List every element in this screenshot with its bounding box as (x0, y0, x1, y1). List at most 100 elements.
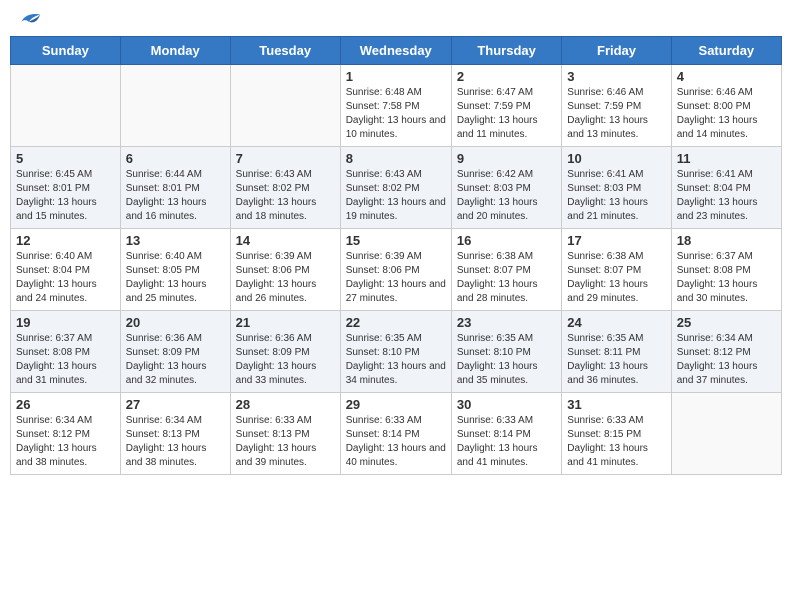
day-number: 13 (126, 233, 225, 248)
day-number: 4 (677, 69, 776, 84)
calendar-day: 24 Sunrise: 6:35 AM Sunset: 8:11 PM Dayli… (562, 311, 671, 393)
calendar-day: 2 Sunrise: 6:47 AM Sunset: 7:59 PM Daylig… (451, 65, 561, 147)
calendar-day: 31 Sunrise: 6:33 AM Sunset: 8:15 PM Dayli… (562, 393, 671, 475)
day-info: Sunrise: 6:36 AM Sunset: 8:09 PM Dayligh… (126, 332, 225, 388)
calendar-day: 18Sunrise: 6:37 AM Sunset: 8:08 PM Dayli… (671, 229, 781, 311)
day-number: 28 (236, 397, 335, 412)
calendar-week-row: 5 Sunrise: 6:45 AM Sunset: 8:01 PM Daylig… (11, 147, 782, 229)
calendar-day: 1 Sunrise: 6:48 AM Sunset: 7:58 PM Daylig… (340, 65, 451, 147)
day-number: 8 (346, 151, 446, 166)
day-info: Sunrise: 6:39 AM Sunset: 8:06 PM Dayligh… (346, 250, 446, 306)
day-info: Sunrise: 6:33 AM Sunset: 8:13 PM Dayligh… (236, 414, 335, 470)
day-number: 16 (457, 233, 556, 248)
day-info: Sunrise: 6:33 AM Sunset: 8:14 PM Dayligh… (457, 414, 556, 470)
calendar-table: SundayMondayTuesdayWednesdayThursdayFrid… (10, 36, 782, 475)
day-info: Sunrise: 6:38 AM Sunset: 8:07 PM Dayligh… (457, 250, 556, 306)
calendar-day (230, 65, 340, 147)
day-info: Sunrise: 6:34 AM Sunset: 8:13 PM Dayligh… (126, 414, 225, 470)
calendar-day: 23 Sunrise: 6:35 AM Sunset: 8:10 PM Dayli… (451, 311, 561, 393)
calendar-day: 27 Sunrise: 6:34 AM Sunset: 8:13 PM Dayli… (120, 393, 230, 475)
calendar-week-row: 12Sunrise: 6:40 AM Sunset: 8:04 PM Dayli… (11, 229, 782, 311)
calendar-day (11, 65, 121, 147)
calendar-day: 20 Sunrise: 6:36 AM Sunset: 8:09 PM Dayli… (120, 311, 230, 393)
calendar-day: 15 Sunrise: 6:39 AM Sunset: 8:06 PM Dayli… (340, 229, 451, 311)
day-number: 29 (346, 397, 446, 412)
calendar-day: 16 Sunrise: 6:38 AM Sunset: 8:07 PM Dayli… (451, 229, 561, 311)
day-info: Sunrise: 6:36 AM Sunset: 8:09 PM Dayligh… (236, 332, 335, 388)
day-info: Sunrise: 6:39 AM Sunset: 8:06 PM Dayligh… (236, 250, 335, 306)
day-number: 10 (567, 151, 665, 166)
day-info: Sunrise: 6:35 AM Sunset: 8:11 PM Dayligh… (567, 332, 665, 388)
calendar-day: 13 Sunrise: 6:40 AM Sunset: 8:05 PM Dayli… (120, 229, 230, 311)
calendar-day: 12Sunrise: 6:40 AM Sunset: 8:04 PM Dayli… (11, 229, 121, 311)
day-number: 26 (16, 397, 115, 412)
logo (14, 10, 42, 28)
day-info: Sunrise: 6:35 AM Sunset: 8:10 PM Dayligh… (346, 332, 446, 388)
calendar-day: 9 Sunrise: 6:42 AM Sunset: 8:03 PM Daylig… (451, 147, 561, 229)
day-info: Sunrise: 6:37 AM Sunset: 8:08 PM Dayligh… (677, 250, 776, 306)
calendar-day: 4 Sunrise: 6:46 AM Sunset: 8:00 PM Daylig… (671, 65, 781, 147)
calendar-day (120, 65, 230, 147)
day-number: 2 (457, 69, 556, 84)
day-number: 7 (236, 151, 335, 166)
day-number: 3 (567, 69, 665, 84)
day-info: Sunrise: 6:41 AM Sunset: 8:04 PM Dayligh… (677, 168, 776, 224)
calendar-day: 7 Sunrise: 6:43 AM Sunset: 8:02 PM Daylig… (230, 147, 340, 229)
calendar-day: 11 Sunrise: 6:41 AM Sunset: 8:04 PM Dayli… (671, 147, 781, 229)
day-number: 20 (126, 315, 225, 330)
calendar-day: 14 Sunrise: 6:39 AM Sunset: 8:06 PM Dayli… (230, 229, 340, 311)
day-info: Sunrise: 6:46 AM Sunset: 7:59 PM Dayligh… (567, 86, 665, 142)
day-info: Sunrise: 6:40 AM Sunset: 8:05 PM Dayligh… (126, 250, 225, 306)
col-header-tuesday: Tuesday (230, 37, 340, 65)
day-info: Sunrise: 6:33 AM Sunset: 8:15 PM Dayligh… (567, 414, 665, 470)
day-info: Sunrise: 6:42 AM Sunset: 8:03 PM Dayligh… (457, 168, 556, 224)
day-info: Sunrise: 6:43 AM Sunset: 8:02 PM Dayligh… (346, 168, 446, 224)
day-number: 9 (457, 151, 556, 166)
day-info: Sunrise: 6:48 AM Sunset: 7:58 PM Dayligh… (346, 86, 446, 142)
day-info: Sunrise: 6:34 AM Sunset: 8:12 PM Dayligh… (677, 332, 776, 388)
day-number: 15 (346, 233, 446, 248)
col-header-wednesday: Wednesday (340, 37, 451, 65)
day-info: Sunrise: 6:38 AM Sunset: 8:07 PM Dayligh… (567, 250, 665, 306)
calendar-day: 6 Sunrise: 6:44 AM Sunset: 8:01 PM Daylig… (120, 147, 230, 229)
day-info: Sunrise: 6:35 AM Sunset: 8:10 PM Dayligh… (457, 332, 556, 388)
day-info: Sunrise: 6:34 AM Sunset: 8:12 PM Dayligh… (16, 414, 115, 470)
day-number: 22 (346, 315, 446, 330)
day-info: Sunrise: 6:41 AM Sunset: 8:03 PM Dayligh… (567, 168, 665, 224)
day-number: 14 (236, 233, 335, 248)
calendar-header-row: SundayMondayTuesdayWednesdayThursdayFrid… (11, 37, 782, 65)
day-number: 31 (567, 397, 665, 412)
day-info: Sunrise: 6:43 AM Sunset: 8:02 PM Dayligh… (236, 168, 335, 224)
day-number: 11 (677, 151, 776, 166)
calendar-week-row: 26 Sunrise: 6:34 AM Sunset: 8:12 PM Dayli… (11, 393, 782, 475)
day-number: 1 (346, 69, 446, 84)
day-info: Sunrise: 6:47 AM Sunset: 7:59 PM Dayligh… (457, 86, 556, 142)
day-info: Sunrise: 6:45 AM Sunset: 8:01 PM Dayligh… (16, 168, 115, 224)
day-number: 25 (677, 315, 776, 330)
calendar-day: 21 Sunrise: 6:36 AM Sunset: 8:09 PM Dayli… (230, 311, 340, 393)
col-header-thursday: Thursday (451, 37, 561, 65)
calendar-day: 29Sunrise: 6:33 AM Sunset: 8:14 PM Dayli… (340, 393, 451, 475)
calendar-day: 10 Sunrise: 6:41 AM Sunset: 8:03 PM Dayli… (562, 147, 671, 229)
day-number: 5 (16, 151, 115, 166)
day-number: 23 (457, 315, 556, 330)
day-number: 30 (457, 397, 556, 412)
col-header-friday: Friday (562, 37, 671, 65)
day-number: 17 (567, 233, 665, 248)
calendar-day: 19Sunrise: 6:37 AM Sunset: 8:08 PM Dayli… (11, 311, 121, 393)
day-info: Sunrise: 6:37 AM Sunset: 8:08 PM Dayligh… (16, 332, 115, 388)
logo-bird-icon (14, 10, 42, 32)
page-header (10, 10, 782, 28)
day-number: 24 (567, 315, 665, 330)
day-info: Sunrise: 6:44 AM Sunset: 8:01 PM Dayligh… (126, 168, 225, 224)
day-info: Sunrise: 6:46 AM Sunset: 8:00 PM Dayligh… (677, 86, 776, 142)
day-number: 27 (126, 397, 225, 412)
col-header-saturday: Saturday (671, 37, 781, 65)
day-number: 6 (126, 151, 225, 166)
logo-text (14, 10, 42, 28)
col-header-monday: Monday (120, 37, 230, 65)
day-number: 12 (16, 233, 115, 248)
calendar-day: 8 Sunrise: 6:43 AM Sunset: 8:02 PM Daylig… (340, 147, 451, 229)
calendar-day: 17 Sunrise: 6:38 AM Sunset: 8:07 PM Dayli… (562, 229, 671, 311)
day-number: 21 (236, 315, 335, 330)
